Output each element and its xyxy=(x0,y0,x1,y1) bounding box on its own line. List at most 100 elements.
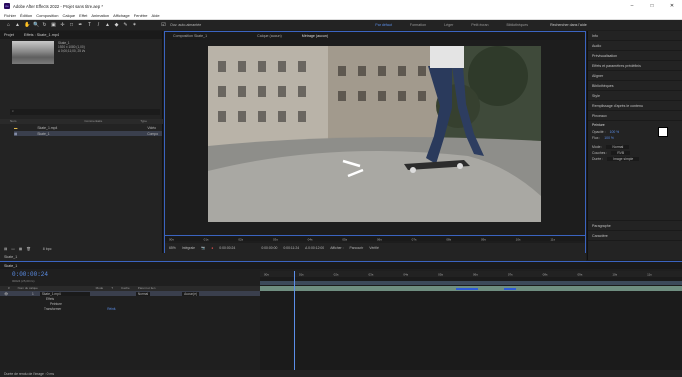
color-channel-icon[interactable]: ● xyxy=(211,246,213,250)
zoom-tool-icon[interactable]: 🔍 xyxy=(33,22,39,28)
menu-fichier[interactable]: Fichier xyxy=(4,13,16,18)
close-button[interactable]: ✕ xyxy=(662,0,682,12)
selection-tool-icon[interactable]: ▲ xyxy=(15,22,20,28)
paint-mode-dropdown[interactable]: Normal xyxy=(606,145,630,149)
panel-align[interactable]: Aligner xyxy=(588,71,682,81)
paint-stroke-bar[interactable] xyxy=(504,288,516,290)
eraser-tool-icon[interactable]: ◆ xyxy=(114,22,119,28)
viewer-time-ruler[interactable]: 00s 01s 02s 03s 04s 05s 06s 07s 08s 09s 10s 11s xyxy=(165,235,585,242)
project-item-info: Skate_1 1920 x 1080 (1,00) Δ 0;00;11;00,… xyxy=(58,41,86,53)
workspace-petit-ecran[interactable]: Petit écran xyxy=(471,23,488,27)
work-area-bar[interactable] xyxy=(260,281,682,285)
panel-paragraph[interactable]: Paragraphe xyxy=(588,221,682,231)
new-folder-icon[interactable]: ▭ xyxy=(11,247,14,251)
trash-icon[interactable]: 🗑 xyxy=(26,247,31,251)
menu-affichage[interactable]: Affichage xyxy=(113,13,130,18)
layer-parent-dropdown[interactable]: Aucun(e) xyxy=(182,291,200,296)
ruler-tick-label: 01s xyxy=(204,238,209,242)
timeline-ruler[interactable]: 00s 01s 02s 03s 04s 05s 06s 07s 08s 09s 10s 11s xyxy=(260,271,682,277)
viewer-verified[interactable]: Vérifié xyxy=(369,246,379,250)
video-frame[interactable] xyxy=(208,46,541,222)
snap-label: Ouv. auto-aimantée xyxy=(170,23,202,27)
ruler-tick-label: 11s xyxy=(550,238,555,242)
panel-character[interactable]: Caractère xyxy=(588,231,682,241)
composition-icon: ▦ xyxy=(14,131,18,136)
viewer-out-point[interactable]: 0:00:11:24 xyxy=(283,246,299,250)
viewer-timecode[interactable]: 0:00:00:24 xyxy=(219,246,235,250)
playhead[interactable] xyxy=(294,271,295,377)
timeline-graph[interactable]: 00s 01s 02s 03s 04s 05s 06s 07s 08s 09s 10s 11s xyxy=(260,271,682,377)
brush-tool-icon[interactable]: / xyxy=(96,22,101,28)
layer-sub-transform[interactable]: Transformer Réinit. xyxy=(0,306,260,311)
project-thumbnail xyxy=(12,41,54,64)
paint-stroke-bar[interactable] xyxy=(456,288,478,290)
home-icon[interactable]: ⌂ xyxy=(6,22,11,28)
workspace-default[interactable]: Par défaut xyxy=(375,23,392,27)
panel-brushes[interactable]: Pinceaux xyxy=(588,111,682,121)
hand-tool-icon[interactable]: ✋ xyxy=(24,22,30,28)
reset-link[interactable]: Réinit. xyxy=(107,307,116,311)
paint-opacity[interactable]: 100 % xyxy=(610,130,620,134)
workspace-leger[interactable]: Léger xyxy=(444,23,453,27)
new-composition-icon[interactable]: ▦ xyxy=(19,247,22,251)
menu-animation[interactable]: Animation xyxy=(91,13,109,18)
tab-layer[interactable]: Calque (aucun) xyxy=(257,34,282,38)
menu-effet[interactable]: Effet xyxy=(79,13,87,18)
timeline-header: Skate_1 xyxy=(0,253,586,261)
project-search-input[interactable]: ⌕ xyxy=(10,109,160,115)
tab-project[interactable]: Projet xyxy=(4,33,14,37)
menu-aide[interactable]: Aide xyxy=(152,13,160,18)
layer-name[interactable]: Skate_1.mp4 xyxy=(39,291,90,296)
panel-info[interactable]: Info xyxy=(588,31,682,41)
right-panel: Info Audio Prévisualisation Effets et pa… xyxy=(587,31,682,260)
timeline-timecode[interactable]: 0:00:00:24 xyxy=(12,271,48,278)
timeline-tab[interactable]: Skate_1 xyxy=(4,264,17,268)
camera-tool-icon[interactable]: ▣ xyxy=(51,22,56,28)
menu-fenetre[interactable]: Fenêtre xyxy=(134,13,148,18)
panel-style[interactable]: Style xyxy=(588,91,682,101)
snap-checkbox-icon[interactable]: ☑ xyxy=(161,22,166,28)
visibility-eye-icon[interactable]: 👁 xyxy=(4,292,8,296)
menu-edition[interactable]: Édition xyxy=(20,13,32,18)
pin-tool-icon[interactable]: ✶ xyxy=(132,22,137,28)
viewer-show-dropdown[interactable]: Parcourir xyxy=(350,246,364,250)
panel-preview[interactable]: Prévisualisation xyxy=(588,51,682,61)
project-column-headers: Nom Commentaire Type xyxy=(0,119,163,124)
paint-channels-dropdown[interactable]: RVB xyxy=(611,151,631,155)
foreground-color-swatch[interactable] xyxy=(658,127,668,137)
rotate-tool-icon[interactable]: ↻ xyxy=(42,22,47,28)
workspace-bibliotheques[interactable]: Bibliothèques xyxy=(506,23,528,27)
stamp-tool-icon[interactable]: ▲ xyxy=(105,22,110,28)
timeline-comp-tab[interactable]: Skate_1 xyxy=(4,255,17,259)
layer-mode-dropdown[interactable]: Normal xyxy=(135,291,151,296)
panel-libraries[interactable]: Bibliothèques xyxy=(588,81,682,91)
text-tool-icon[interactable]: T xyxy=(87,22,92,28)
project-row[interactable]: ▬ Skate_1.mp4 Vidéo xyxy=(14,125,162,130)
pen-tool-icon[interactable]: ✒ xyxy=(78,22,83,28)
quality-dropdown[interactable]: Intégrale xyxy=(182,246,195,250)
paint-duration-dropdown[interactable]: Image simple xyxy=(607,157,640,161)
workspace-formation[interactable]: Formation xyxy=(410,23,426,27)
paint-flux[interactable]: 100 % xyxy=(604,136,614,140)
tab-effects-controls[interactable]: Effets : Skate_1.mp4 xyxy=(24,33,59,37)
app-icon: Ae xyxy=(4,3,10,9)
minimize-button[interactable]: – xyxy=(622,0,642,12)
help-search-input[interactable]: Rechercher dans l'aide xyxy=(550,23,587,27)
viewer-in-point[interactable]: 0:00:00:00 xyxy=(261,246,277,250)
panel-audio[interactable]: Audio xyxy=(588,41,682,51)
snapshot-icon[interactable]: 📷 xyxy=(201,246,205,250)
menu-composition[interactable]: Composition xyxy=(36,13,58,18)
panel-effects-presets[interactable]: Effets et paramètres prédéfinis xyxy=(588,61,682,71)
rectangle-tool-icon[interactable]: □ xyxy=(69,22,74,28)
maximize-button[interactable]: □ xyxy=(642,0,662,12)
zoom-dropdown[interactable]: 65% xyxy=(169,246,176,250)
panel-content-fill[interactable]: Remplissage d'après le contenu xyxy=(588,101,682,111)
interpret-footage-icon[interactable]: ▤ xyxy=(4,247,7,251)
menu-calque[interactable]: Calque xyxy=(62,13,75,18)
project-row[interactable]: ▦ Skate_1 Compo xyxy=(14,131,162,136)
bpc-label[interactable]: 8 bpc xyxy=(43,247,52,251)
tab-footage[interactable]: Métrage (aucun) xyxy=(302,34,328,38)
anchor-tool-icon[interactable]: ✛ xyxy=(60,22,65,28)
tab-composition[interactable]: Composition Skate_1 xyxy=(173,34,207,38)
roto-tool-icon[interactable]: ✎ xyxy=(123,22,128,28)
